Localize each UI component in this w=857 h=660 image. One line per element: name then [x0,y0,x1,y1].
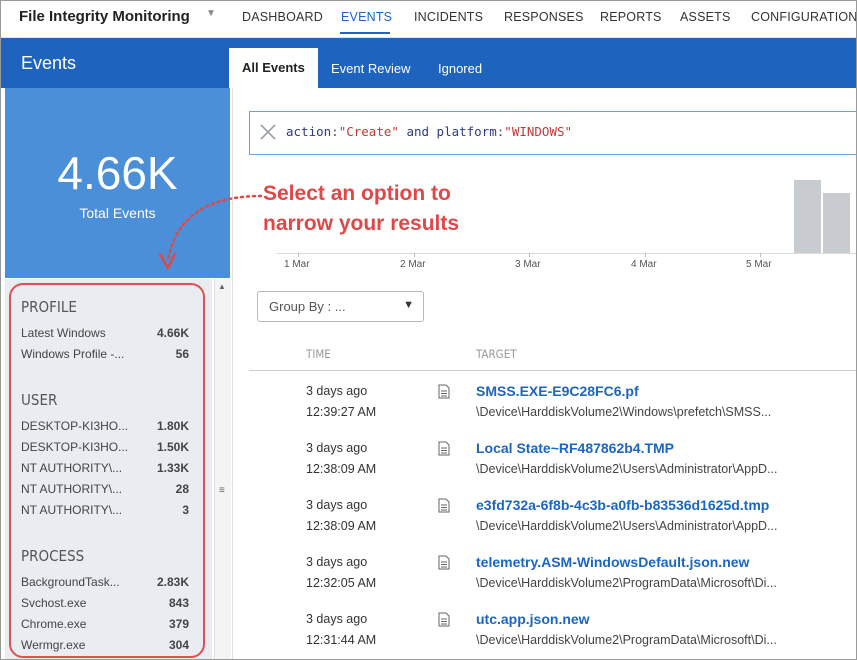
tab-event-review[interactable]: Event Review [331,61,410,76]
timeline-tick [760,253,761,257]
file-icon [438,384,450,399]
table-row[interactable]: 3 days ago 12:39:27 AM SMSS.EXE-E9C28FC6… [249,383,856,441]
top-nav: File Integrity Monitoring ▼ DASHBOARD EV… [1,1,856,38]
page-title: Events [21,53,77,73]
query-text[interactable]: action:"Create" and platform:"WINDOWS" [286,124,572,139]
column-header-time[interactable]: TIME [306,347,331,361]
event-date: 3 days ago [306,612,368,626]
nav-active-indicator [340,32,390,34]
query-bar[interactable]: action:"Create" and platform:"WINDOWS" [249,111,856,155]
timeline-tick [298,253,299,257]
chevron-down-icon: ▼ [403,299,414,311]
nav-reports[interactable]: REPORTS [600,10,662,24]
table-row[interactable]: 3 days ago 12:38:09 AM e3fd732a-6f8b-4c3… [249,497,856,555]
scroll-grip-icon[interactable]: ≡ [219,485,225,496]
facet-highlight-outline [9,283,205,658]
event-date: 3 days ago [306,384,368,398]
facet-scrollbar[interactable]: ▲ ≡ [214,279,231,659]
timeline-label: 2 Mar [400,259,426,270]
event-target-path: \Device\HarddiskVolume2\ProgramData\Micr… [476,576,777,590]
event-target-path: \Device\HarddiskVolume2\Users\Administra… [476,462,778,476]
timeline-label: 5 Mar [746,259,772,270]
clear-query-icon[interactable] [258,122,278,142]
app-title[interactable]: File Integrity Monitoring [19,8,190,25]
event-target-path: \Device\HarddiskVolume2\Windows\prefetch… [476,405,772,419]
app-switcher-caret-icon[interactable]: ▼ [206,8,216,19]
timeline-label: 1 Mar [284,259,310,270]
timeline-tick [414,253,415,257]
nav-responses[interactable]: RESPONSES [504,10,584,24]
file-icon [438,555,450,570]
table-row[interactable]: 3 days ago 12:32:05 AM telemetry.ASM-Win… [249,554,856,612]
table-header-divider [249,370,856,371]
timeline-tick [645,253,646,257]
event-date: 3 days ago [306,498,368,512]
callout-line-2: narrow your results [263,212,460,235]
event-target-path: \Device\HarddiskVolume2\ProgramData\Micr… [476,633,777,647]
nav-dashboard[interactable]: DASHBOARD [242,10,323,24]
event-target-name[interactable]: e3fd732a-6f8b-4c3b-a0fb-b83536d1625d.tmp [476,497,769,513]
nav-assets[interactable]: ASSETS [680,10,731,24]
tab-ignored[interactable]: Ignored [438,61,482,76]
event-time: 12:39:27 AM [306,405,377,419]
table-row[interactable]: 3 days ago 12:38:09 AM Local State~RF487… [249,440,856,498]
event-time: 12:38:09 AM [306,519,377,533]
event-time: 12:38:09 AM [306,462,377,476]
event-target-name[interactable]: telemetry.ASM-WindowsDefault.json.new [476,554,749,570]
event-target-path: \Device\HarddiskVolume2\Users\Administra… [476,519,778,533]
file-icon [438,441,450,456]
table-row[interactable]: 3 days ago 12:31:44 AM utc.app.json.new … [249,611,856,659]
event-date: 3 days ago [306,555,368,569]
event-date: 3 days ago [306,441,368,455]
event-time: 12:32:05 AM [306,576,377,590]
timeline-bar[interactable] [823,193,850,253]
panel-divider [232,88,233,659]
nav-incidents[interactable]: INCIDENTS [414,10,483,24]
callout-annotation: Select an option to narrow your results [263,179,563,239]
app-window: File Integrity Monitoring ▼ DASHBOARD EV… [0,0,857,660]
group-by-select[interactable]: Group By : ... ▼ [257,291,424,322]
group-by-label: Group By : ... [269,299,346,314]
nav-configuration[interactable]: CONFIGURATION [751,10,856,24]
event-target-name[interactable]: Local State~RF487862b4.TMP [476,440,674,456]
timeline-tick [529,253,530,257]
file-icon [438,612,450,627]
column-header-target[interactable]: TARGET [476,347,517,361]
timeline-bar[interactable] [794,180,821,253]
timeline-label: 3 Mar [515,259,541,270]
event-time: 12:31:44 AM [306,633,377,647]
timeline-axis [276,253,856,254]
callout-line-1: Select an option to [263,182,451,205]
tab-all-events[interactable]: All Events [229,48,318,88]
timeline-label: 4 Mar [631,259,657,270]
scroll-up-arrow-icon[interactable]: ▲ [218,282,226,291]
event-target-name[interactable]: SMSS.EXE-E9C28FC6.pf [476,383,639,399]
event-target-name[interactable]: utc.app.json.new [476,611,590,627]
callout-arrow-icon [158,194,263,270]
events-header: Events All Events Event Review Ignored [1,38,856,88]
file-icon [438,498,450,513]
nav-events[interactable]: EVENTS [341,10,392,24]
